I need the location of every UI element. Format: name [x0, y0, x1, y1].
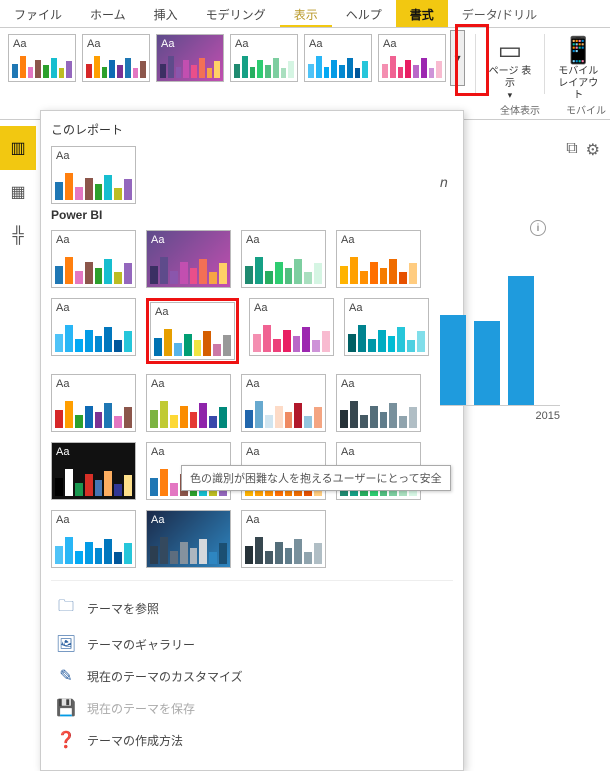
- mobile-layout-label: モバイル レイアウト: [555, 66, 602, 102]
- theme-aa-label: Aa: [246, 514, 259, 526]
- theme-aa-label: Aa: [56, 302, 69, 314]
- theme-aa-label: Aa: [341, 446, 354, 458]
- theme-thumb-innov[interactable]: Aa: [51, 298, 136, 356]
- theme-aa-label: Aa: [246, 378, 259, 390]
- theme-aa-label: Aa: [56, 514, 69, 526]
- tab-modeling[interactable]: モデリング: [192, 0, 280, 27]
- theme-thumb-innov[interactable]: Aa: [304, 34, 372, 82]
- theme-thumb-temp[interactable]: Aa: [241, 510, 326, 568]
- mobile-layout-button[interactable]: 📱 モバイル レイアウト: [555, 34, 602, 102]
- customize-icon: ✎: [55, 666, 77, 686]
- theme-aa-label: Aa: [341, 234, 354, 246]
- mobile-caption: モバイル: [566, 102, 606, 117]
- info-icon[interactable]: i: [530, 220, 546, 236]
- theme-aa-label: Aa: [13, 38, 26, 50]
- theme-thumb-tidal[interactable]: Aa: [344, 298, 429, 356]
- theme-aa-label: Aa: [349, 302, 362, 314]
- mobile-icon: 📱: [562, 34, 594, 66]
- theme-aa-label: Aa: [151, 378, 164, 390]
- theme-aa-label: Aa: [246, 446, 259, 458]
- theme-aa-label: Aa: [151, 234, 164, 246]
- menu-gallery-label: テーマのギャラリー: [87, 636, 195, 653]
- gallery-icon: 🖼: [55, 634, 77, 654]
- menu-theme-gallery[interactable]: 🖼 テーマのギャラリー: [51, 628, 453, 660]
- theme-aa-label: Aa: [56, 234, 69, 246]
- folder-icon: 🗀: [55, 595, 77, 622]
- page-view-caption: 全体表示: [500, 102, 540, 117]
- theme-aa-label: Aa: [309, 38, 322, 50]
- tab-datadrill[interactable]: データ/ドリル: [448, 0, 551, 27]
- section-powerbi: Power BI: [51, 208, 453, 222]
- menu-howto-label: テーマの作成方法: [87, 732, 183, 749]
- menu-theme-howto[interactable]: ❓ テーマの作成方法: [51, 724, 453, 756]
- theme-aa-label: Aa: [383, 38, 396, 50]
- menu-browse-label: テーマを参照: [87, 600, 159, 617]
- visual-options-icon[interactable]: ⚙: [586, 140, 600, 160]
- menu-browse-themes[interactable]: 🗀 テーマを参照: [51, 589, 453, 628]
- theme-aa-label: Aa: [151, 446, 164, 458]
- page-view-label: ページ 表示: [486, 66, 533, 90]
- section-this-report: このレポート: [51, 121, 453, 138]
- annotation-highlight-dropdown: [455, 24, 489, 96]
- theme-thumb-innov[interactable]: Aa: [51, 510, 136, 568]
- menu-customize-label: 現在のテーマのカスタマイズ: [87, 668, 243, 685]
- theme-thumb-diverg[interactable]: Aa: [241, 374, 326, 432]
- view-data-icon[interactable]: ▦: [0, 170, 36, 214]
- theme-thumb-bloom[interactable]: Aa: [378, 34, 446, 82]
- theme-aa-label: Aa: [341, 378, 354, 390]
- theme-tooltip: 色の識別が困難な人を抱えるユーザーにとって安全: [181, 465, 451, 491]
- theme-aa-label: Aa: [246, 234, 259, 246]
- theme-aa-label: Aa: [151, 514, 164, 526]
- theme-aa-label: Aa: [161, 38, 174, 50]
- theme-thumb-default[interactable]: Aa: [51, 230, 136, 288]
- divider: [544, 34, 545, 94]
- theme-thumb-city[interactable]: Aa: [51, 374, 136, 432]
- tab-help[interactable]: ヘルプ: [332, 0, 396, 27]
- theme-thumb-twilight[interactable]: Aa: [146, 510, 231, 568]
- theme-thumb-temp[interactable]: Aa: [336, 374, 421, 432]
- theme-thumb-default[interactable]: Aa: [51, 146, 136, 204]
- theme-thumb-default[interactable]: Aa: [8, 34, 76, 82]
- theme-thumb-frontier[interactable]: Aa: [241, 230, 326, 288]
- theme-thumb-frontier[interactable]: Aa: [230, 34, 298, 82]
- theme-thumb-highcontrast[interactable]: Aa: [51, 442, 136, 500]
- theme-aa-label: Aa: [56, 150, 69, 162]
- menu-customize-theme[interactable]: ✎ 現在のテーマのカスタマイズ: [51, 660, 453, 692]
- theme-aa-label: Aa: [155, 306, 168, 318]
- theme-thumb-classic[interactable]: Aa: [146, 374, 231, 432]
- theme-aa-label: Aa: [87, 38, 100, 50]
- tab-home[interactable]: ホーム: [76, 0, 140, 27]
- theme-thumb-colorblind[interactable]: Aa: [150, 302, 235, 360]
- theme-aa-label: Aa: [56, 378, 69, 390]
- theme-thumb-exec[interactable]: Aa: [146, 230, 231, 288]
- visual-title-fragment: n: [440, 174, 600, 190]
- tab-format[interactable]: 書式: [396, 0, 448, 27]
- tab-view[interactable]: 表示: [280, 0, 332, 27]
- theme-thumb-city[interactable]: Aa: [82, 34, 150, 82]
- menu-save-theme: 💾 現在のテーマを保存: [51, 692, 453, 724]
- view-report-icon[interactable]: ▥: [0, 126, 36, 170]
- theme-thumb-bloom[interactable]: Aa: [249, 298, 334, 356]
- axis-label: 2015: [440, 406, 560, 422]
- theme-aa-label: Aa: [254, 302, 267, 314]
- theme-thumb-exec[interactable]: Aa: [156, 34, 224, 82]
- theme-aa-label: Aa: [235, 38, 248, 50]
- view-model-icon[interactable]: ╬: [0, 214, 36, 258]
- themes-dropdown-panel: このレポート Aa Power BI Aa Aa Aa Aa Aa Aa Aa Aa Aa Aa A…: [40, 110, 464, 771]
- column-chart-visual[interactable]: [440, 276, 560, 406]
- focus-mode-icon[interactable]: ⧉: [566, 140, 577, 160]
- page-view-icon: ▭: [498, 34, 523, 66]
- theme-thumb-solar[interactable]: Aa: [336, 230, 421, 288]
- help-icon: ❓: [55, 730, 77, 750]
- tab-insert[interactable]: 挿入: [140, 0, 192, 27]
- theme-aa-label: Aa: [56, 446, 69, 458]
- page-view-button[interactable]: ▭ ページ 表示 ▾: [486, 34, 533, 101]
- annotation-highlight-theme: Aa: [146, 298, 239, 364]
- save-icon: 💾: [55, 698, 77, 718]
- tab-file[interactable]: ファイル: [0, 0, 76, 27]
